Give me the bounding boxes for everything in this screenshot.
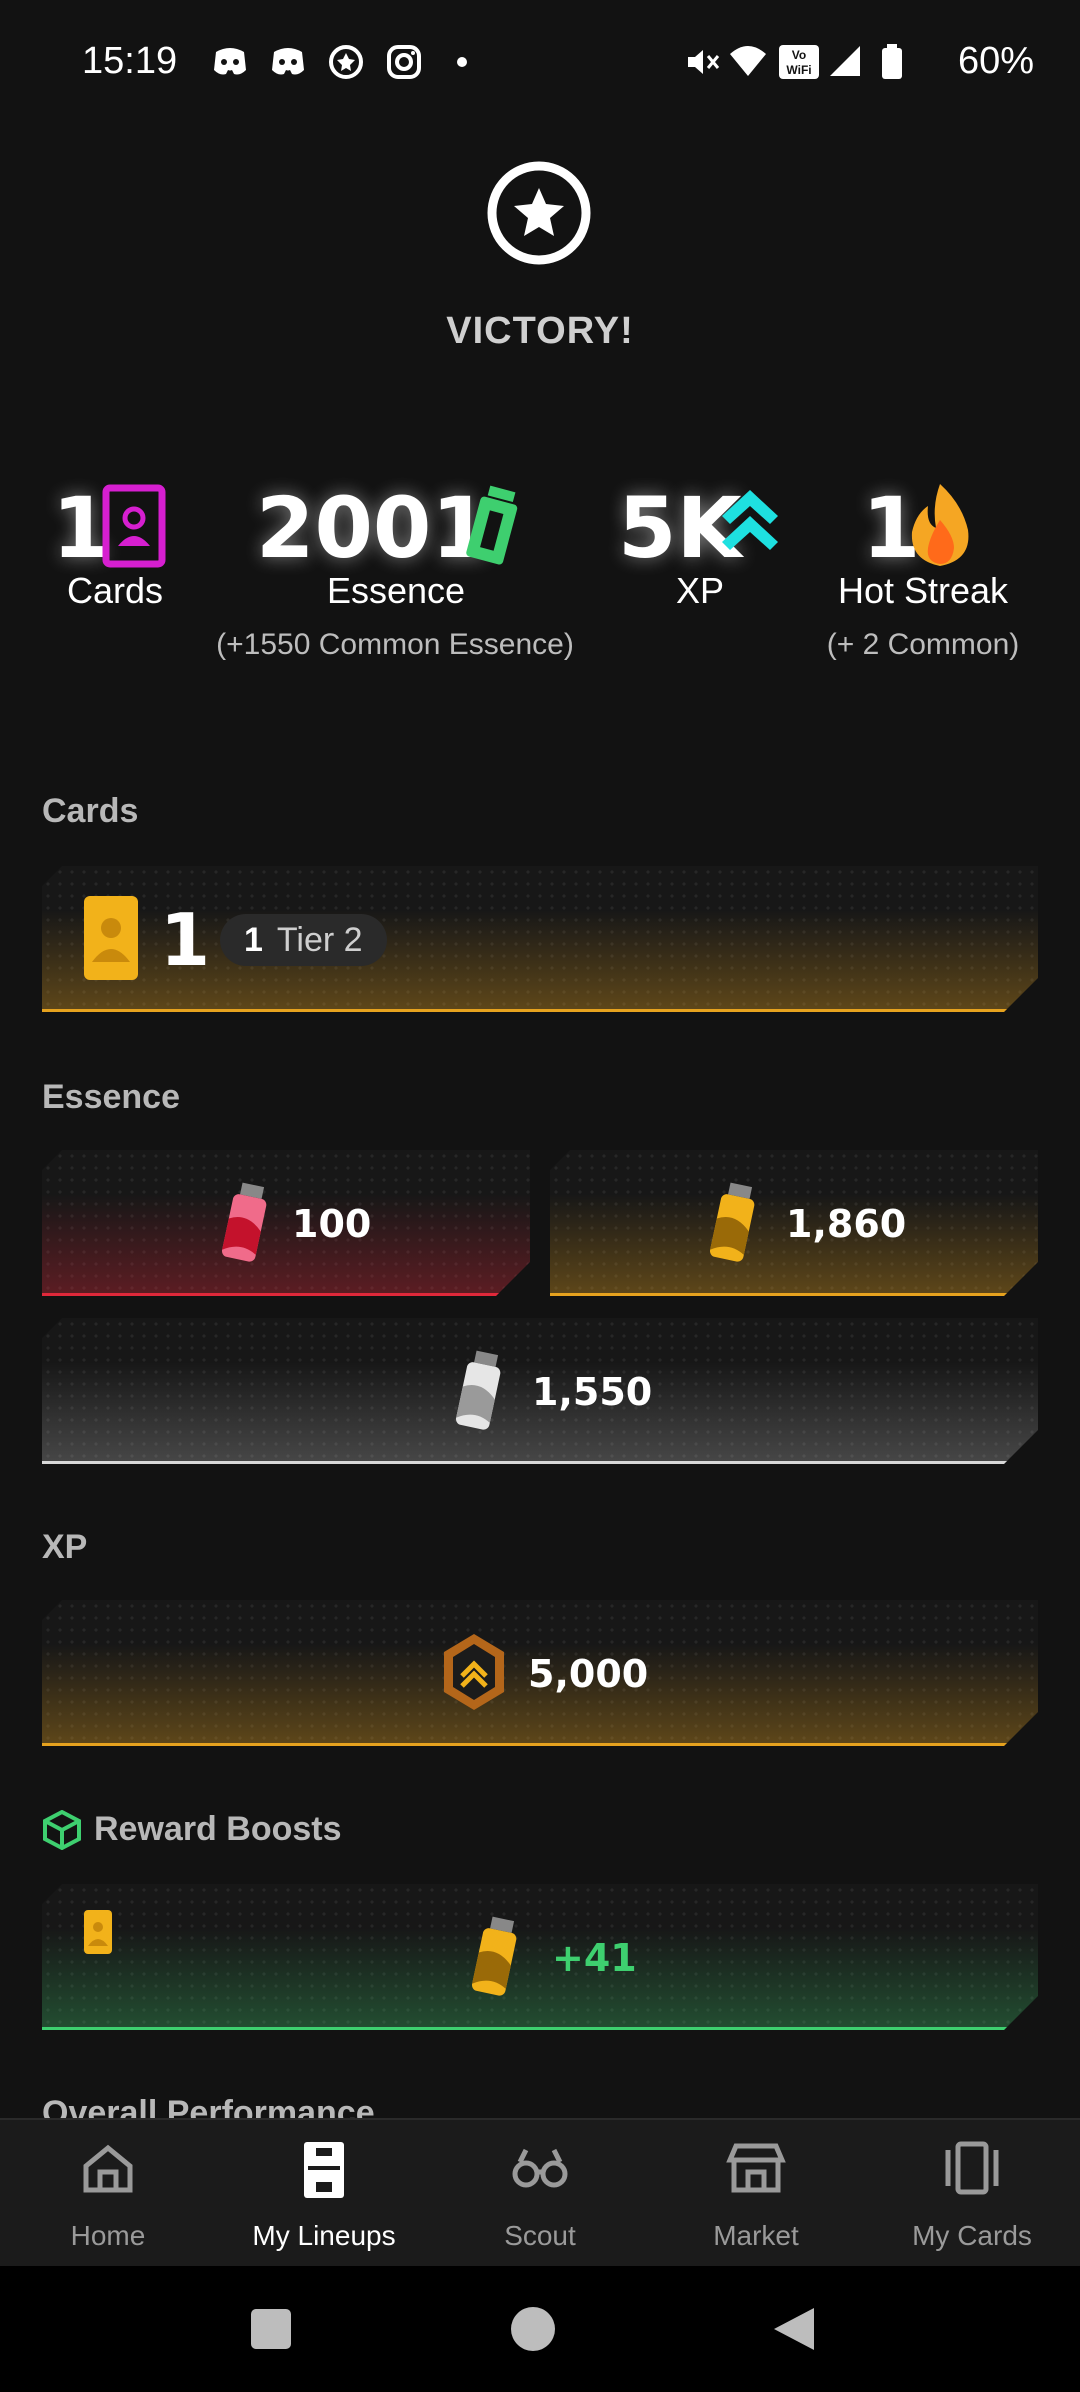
more-notifications-icon — [457, 57, 467, 67]
discord-icon — [214, 48, 246, 75]
cards-reward-count: 1 — [160, 898, 211, 982]
bottom-nav: Home My Lineups Scout Market My Cards — [0, 2118, 1080, 2268]
nav-home-label: Home — [70, 2220, 146, 2251]
instagram-icon — [387, 45, 421, 79]
tier-count: 1 — [244, 920, 263, 959]
nav-market-label: Market — [713, 2220, 799, 2251]
cards-reward-panel[interactable]: 1 1 Tier 2 — [42, 866, 1038, 1012]
nav-home[interactable]: Home — [0, 2120, 216, 2268]
essence-gold-value: 1,860 — [786, 1202, 907, 1246]
flame-icon — [911, 484, 969, 566]
xp-chevrons-icon — [722, 490, 778, 550]
essence-total: 2001 — [256, 479, 490, 577]
system-nav-bar — [0, 2266, 1080, 2392]
nav-my-lineups[interactable]: My Lineups — [216, 2120, 432, 2268]
cards-icon — [945, 2141, 999, 2195]
essence-gold-panel[interactable]: 1,860 — [550, 1150, 1038, 1296]
battery-icon — [882, 44, 902, 79]
lineups-icon — [304, 2142, 344, 2198]
cards-section-title: Cards — [42, 792, 139, 830]
essence-common-panel[interactable]: 1,550 — [42, 1318, 1038, 1464]
nav-my-cards[interactable]: My Cards — [864, 2120, 1080, 2268]
card-icon — [102, 484, 166, 568]
hot-streak-label: Hot Streak — [837, 570, 1009, 611]
essence-label: Essence — [326, 570, 466, 611]
gold-essence-vial-icon — [706, 1182, 760, 1266]
essence-vial-icon — [466, 485, 518, 565]
xp-section-title: XP — [42, 1528, 88, 1566]
tier-label: Tier 2 — [276, 920, 363, 959]
cards-label: Cards — [66, 570, 164, 611]
boost-value: +41 — [552, 1936, 637, 1980]
boost-cube-icon — [43, 1810, 81, 1850]
summary-essence: 2001 — [256, 486, 490, 570]
essence-rare-value: 100 — [292, 1202, 372, 1246]
tier-card-icon — [84, 896, 138, 980]
app-badge-icon — [329, 45, 363, 79]
status-time: 15:19 — [82, 40, 178, 82]
vowifi-icon: VoWiFi — [779, 45, 819, 79]
status-bar: 15:19 Vo WiFi 60% — [0, 0, 1080, 128]
victory-badge-icon — [487, 161, 591, 265]
back-button-icon[interactable] — [772, 2306, 816, 2352]
essence-rare-panel[interactable]: 100 — [42, 1150, 530, 1296]
xp-hexagon-icon — [442, 1632, 506, 1712]
store-icon — [726, 2143, 786, 2193]
hot-streak-sub: (+ 2 Common) — [826, 628, 1020, 661]
red-essence-vial-icon — [218, 1182, 272, 1266]
essence-common-value: 1,550 — [532, 1370, 653, 1414]
boost-card-icon — [84, 1910, 112, 1954]
nav-market[interactable]: Market — [648, 2120, 864, 2268]
xp-reward-panel[interactable]: 5,000 — [42, 1600, 1038, 1746]
home-icon — [83, 2144, 133, 2193]
nav-my-lineups-label: My Lineups — [252, 2220, 396, 2251]
common-essence-vial-icon — [452, 1350, 506, 1434]
wifi-icon — [730, 46, 766, 76]
discord-icon-2 — [272, 48, 304, 75]
nav-scout[interactable]: Scout — [432, 2120, 648, 2268]
xp-label: XP — [675, 570, 725, 611]
home-button-icon[interactable] — [510, 2306, 556, 2352]
reward-boosts-title: Reward Boosts — [94, 1810, 342, 1848]
reward-boost-panel[interactable]: +41 — [42, 1884, 1038, 2030]
svg-text:WiFi: WiFi — [786, 63, 811, 77]
tier-badge: 1 Tier 2 — [220, 914, 387, 966]
boost-essence-vial-icon — [468, 1916, 522, 2000]
nav-scout-label: Scout — [504, 2220, 576, 2251]
xp-reward-value: 5,000 — [528, 1652, 649, 1696]
battery-percent: 60% — [958, 40, 1035, 82]
binoculars-icon — [512, 2148, 568, 2188]
essence-sub: (+1550 Common Essence) — [216, 628, 574, 661]
nav-my-cards-label: My Cards — [912, 2220, 1032, 2251]
signal-icon — [830, 46, 860, 76]
mute-icon — [688, 50, 720, 74]
essence-section-title: Essence — [42, 1078, 180, 1116]
recents-button-icon[interactable] — [250, 2308, 292, 2350]
svg-text:Vo: Vo — [792, 48, 806, 62]
victory-title: VICTORY! — [446, 310, 634, 352]
